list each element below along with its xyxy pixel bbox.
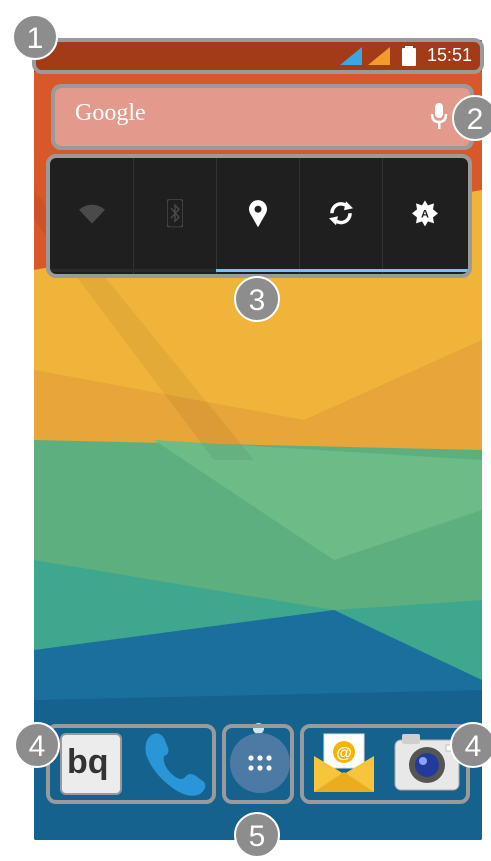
callout-badge-1: 1 <box>12 14 58 60</box>
callout-box-quick-settings <box>46 154 472 278</box>
callout-box-search <box>51 84 474 150</box>
callout-box-dock-right <box>300 724 470 804</box>
callout-badge-4-right: 4 <box>450 722 491 768</box>
callout-box-app-drawer <box>222 724 294 804</box>
callout-badge-4-left: 4 <box>14 722 60 768</box>
callout-box-dock-left <box>46 724 216 804</box>
callout-badge-2: 2 <box>452 95 491 141</box>
callout-box-status-bar <box>32 38 484 74</box>
callout-badge-3: 3 <box>234 276 280 322</box>
callout-badge-5: 5 <box>234 812 280 858</box>
